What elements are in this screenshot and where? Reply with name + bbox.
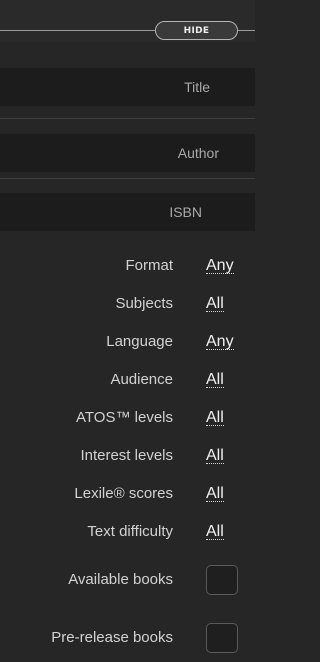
title-field[interactable]: Title <box>0 68 255 106</box>
separator <box>0 118 255 119</box>
filter-row-lexile: Lexile® scores All <box>0 480 255 508</box>
filter-row-format: Format Any <box>0 252 255 280</box>
filter-row-atos: ATOS™ levels All <box>0 404 255 432</box>
prerelease-books-checkbox[interactable] <box>206 623 238 653</box>
filter-label: ATOS™ levels <box>76 409 173 426</box>
hide-button[interactable]: HIDE <box>155 21 238 40</box>
subjects-select[interactable]: All <box>206 290 224 312</box>
lexile-select[interactable]: All <box>206 480 224 502</box>
filter-row-subjects: Subjects All <box>0 290 255 318</box>
author-field[interactable]: Author <box>0 134 255 172</box>
checkbox-label: Available books <box>68 571 173 588</box>
filter-label: Subjects <box>115 295 173 312</box>
filter-label: Interest levels <box>80 447 173 464</box>
filter-row-audience: Audience All <box>0 366 255 394</box>
filter-row-text-difficulty: Text difficulty All <box>0 518 255 546</box>
filter-label: Audience <box>110 371 173 388</box>
audience-select[interactable]: All <box>206 366 224 388</box>
checkbox-label: Pre-release books <box>51 629 173 646</box>
hide-bar: HIDE <box>0 0 255 42</box>
text-difficulty-select[interactable]: All <box>206 518 224 540</box>
interest-select[interactable]: All <box>206 442 224 464</box>
isbn-field[interactable]: ISBN <box>0 193 255 231</box>
filter-row-language: Language Any <box>0 328 255 356</box>
atos-select[interactable]: All <box>206 404 224 426</box>
filter-label: Language <box>106 333 173 350</box>
checkbox-row-available: Available books <box>0 564 255 596</box>
filter-label: Format <box>125 257 173 274</box>
format-select[interactable]: Any <box>206 252 234 274</box>
separator <box>0 178 255 179</box>
filter-row-interest: Interest levels All <box>0 442 255 470</box>
filter-label: Lexile® scores <box>74 485 173 502</box>
checkbox-row-prerelease: Pre-release books <box>0 622 255 654</box>
language-select[interactable]: Any <box>206 328 234 350</box>
filter-label: Text difficulty <box>87 523 173 540</box>
available-books-checkbox[interactable] <box>206 565 238 595</box>
